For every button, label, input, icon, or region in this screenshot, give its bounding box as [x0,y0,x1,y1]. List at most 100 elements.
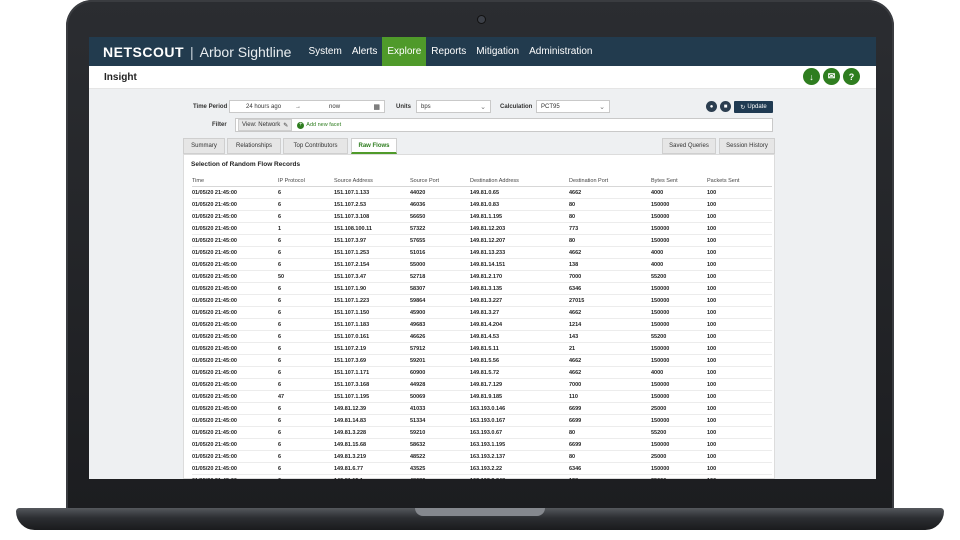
table-cell: 6 [278,478,334,480]
table-row[interactable]: 01/05/20 21:45:00 6 151.107.3.69 59201 149.8… [192,355,772,367]
column-header[interactable]: IP Protocol [278,178,334,184]
brand-separator: | [190,43,194,60]
help-icon[interactable]: ? [843,68,860,85]
table-cell: 149.81.4.53 [470,333,500,340]
table-row[interactable]: 01/05/20 21:45:00 6 151.107.1.90 58307 149.8… [192,283,772,295]
table-row[interactable]: 01/05/20 21:45:00 6 151.107.3.108 56650 149.… [192,211,772,223]
table-cell: 6 [278,405,282,412]
pencil-icon[interactable]: ✎ [283,122,288,129]
column-header[interactable]: Destination Address [470,178,569,184]
table-row[interactable]: 01/05/20 21:45:00 50 151.107.3.47 52718 149.… [192,271,772,283]
bell-icon[interactable]: ● [706,101,717,112]
table-cell: 110 [569,393,578,400]
nav-alerts[interactable]: Alerts [347,37,383,66]
column-header[interactable]: Source Port [410,178,470,184]
table-row[interactable]: 01/05/20 21:45:00 6 149.81.3.219 48522 163.1… [192,451,772,463]
table-cell: 163.193.2.22 [470,465,503,472]
table-row[interactable]: 01/05/20 21:45:00 6 149.81.12.39 41033 163.1… [192,403,772,415]
column-header[interactable]: Destination Port [569,178,651,184]
tab-relationships[interactable]: Relationships [227,138,281,154]
tab-saved-queries[interactable]: Saved Queries [662,138,716,154]
table-row[interactable]: 01/05/20 21:45:00 6 151.107.2.154 55000 149.… [192,259,772,271]
column-header[interactable]: Packets Sent [707,178,762,184]
table-row[interactable]: 01/05/20 21:45:00 6 151.107.2.53 46036 149.8… [192,199,772,211]
page-header: Insight ↓ ✉ ? [89,66,876,89]
table-cell: 6 [278,201,282,208]
table-row[interactable]: 01/05/20 21:45:00 6 151.107.1.150 45900 149.… [192,307,772,319]
table-row[interactable]: 01/05/20 21:45:00 6 149.81.3.228 59210 163.1… [192,427,772,439]
plus-icon: + [297,121,305,129]
column-header[interactable]: Bytes Sent [651,178,707,184]
save-icon[interactable]: ■ [720,101,731,112]
nav-explore[interactable]: Explore [382,37,427,66]
table-cell: 80 [569,201,576,208]
table-row[interactable]: 01/05/20 21:45:00 6 151.107.1.223 59864 149.… [192,295,772,307]
table-cell: 149.81.3.227 [470,297,503,304]
brand[interactable]: NETSCOUT | Arbor Sightline [89,44,291,60]
table-cell: 01/05/20 21:45:00 [192,478,278,480]
units-select[interactable]: bps ⌄ [416,100,491,113]
tab-top-contributors[interactable]: Top Contributors [283,138,348,154]
add-facet-link[interactable]: + Add new facet [297,121,341,129]
table-cell: 6 [278,321,282,328]
table-cell: 46036 [410,201,426,208]
tab-session-history[interactable]: Session History [719,138,775,154]
table-cell: 6699 [569,441,582,448]
table-row[interactable]: 01/05/20 21:45:00 6 149.81.14.83 51334 163.1… [192,415,772,427]
table-row[interactable]: 01/05/20 21:45:00 6 151.107.1.253 51016 149.… [192,247,772,259]
nav-system[interactable]: System [303,37,346,66]
table-cell: 149.81.0.65 [470,189,500,196]
table-cell: 57322 [410,225,426,232]
table-row[interactable]: 01/05/20 21:45:00 6 149.81.6.77 43525 163.19… [192,463,772,475]
table-row[interactable]: 01/05/20 21:45:00 6 151.107.1.171 60900 149.… [192,367,772,379]
table-cell: 100 [707,237,717,244]
table-cell: 41033 [410,405,426,412]
table-cell: 151.107.3.69 [334,357,367,364]
download-icon[interactable]: ↓ [803,68,820,85]
nav-mitigation[interactable]: Mitigation [471,37,524,66]
tab-raw-flows[interactable]: Raw Flows [351,138,397,154]
tab-summary[interactable]: Summary [183,138,225,154]
table-cell: 100 [707,261,717,268]
nav-reports[interactable]: Reports [426,37,471,66]
table-row[interactable]: 01/05/20 21:45:00 6 151.107.3.168 44928 149.… [192,379,772,391]
filter-chip[interactable]: View: Network ✎ [238,119,293,131]
table-row[interactable]: 01/05/20 21:45:00 47 151.107.1.195 50069 149… [192,391,772,403]
chevron-down-icon: ⌄ [599,104,605,111]
table-cell: 01/05/20 21:45:00 [192,189,237,196]
mail-icon[interactable]: ✉ [823,68,840,85]
table-row[interactable]: 01/05/20 21:45:00 6 151.107.3.97 57655 149.8… [192,235,772,247]
calendar-icon[interactable]: ▦ [373,103,380,111]
table-cell: 21 [569,345,576,352]
table-cell: 100 [707,333,717,340]
nav-administration[interactable]: Administration [524,37,597,66]
column-header[interactable]: Source Address [334,178,410,184]
table-cell: 100 [707,369,717,376]
table-cell: 151.107.2.154 [334,261,370,268]
table-cell: 151.107.3.108 [334,213,370,220]
column-header[interactable]: Time [192,178,278,184]
table-cell: 80 [569,429,576,436]
time-period-picker[interactable]: 24 hours ago → now ▦ [229,100,385,113]
table-row[interactable]: 01/05/20 21:45:00 6 151.107.1.133 44020 149.… [192,187,772,199]
table-row[interactable]: 01/05/20 21:45:00 6 151.107.2.19 57912 149.8… [192,343,772,355]
table-cell: 6 [278,285,282,292]
table-cell: 01/05/20 21:45:00 [192,213,237,220]
table-cell: 6346 [569,285,582,292]
table-cell: 47 [278,393,285,400]
table-row[interactable]: 01/05/20 21:45:00 6 151.107.0.161 46626 149.… [192,331,772,343]
table-cell: 149.81.3.228 [334,429,367,436]
table-row[interactable]: 01/05/20 21:45:00 1 151.108.100.11 57322 149… [192,223,772,235]
table-row[interactable]: 01/05/20 21:45:00 6 151.107.1.183 49683 149.… [192,319,772,331]
calculation-select[interactable]: PCT95 ⌄ [536,100,610,113]
filter-input[interactable]: View: Network ✎ + Add new facet [235,118,773,132]
page-actions: ↓ ✉ ? [803,68,860,85]
update-button[interactable]: ↻ Update [734,101,773,113]
table-cell: 100 [707,225,717,232]
table-cell: 6 [278,369,282,376]
table-cell: 6699 [569,417,582,424]
units-value: bps [421,103,431,110]
brand-logo: NETSCOUT [103,43,184,60]
table-row[interactable]: 01/05/20 21:45:00 6 149.81.15.68 58632 163.1… [192,439,772,451]
table-row[interactable]: 01/05/20 21:45:006149.81.15.148089163.19… [192,475,772,480]
